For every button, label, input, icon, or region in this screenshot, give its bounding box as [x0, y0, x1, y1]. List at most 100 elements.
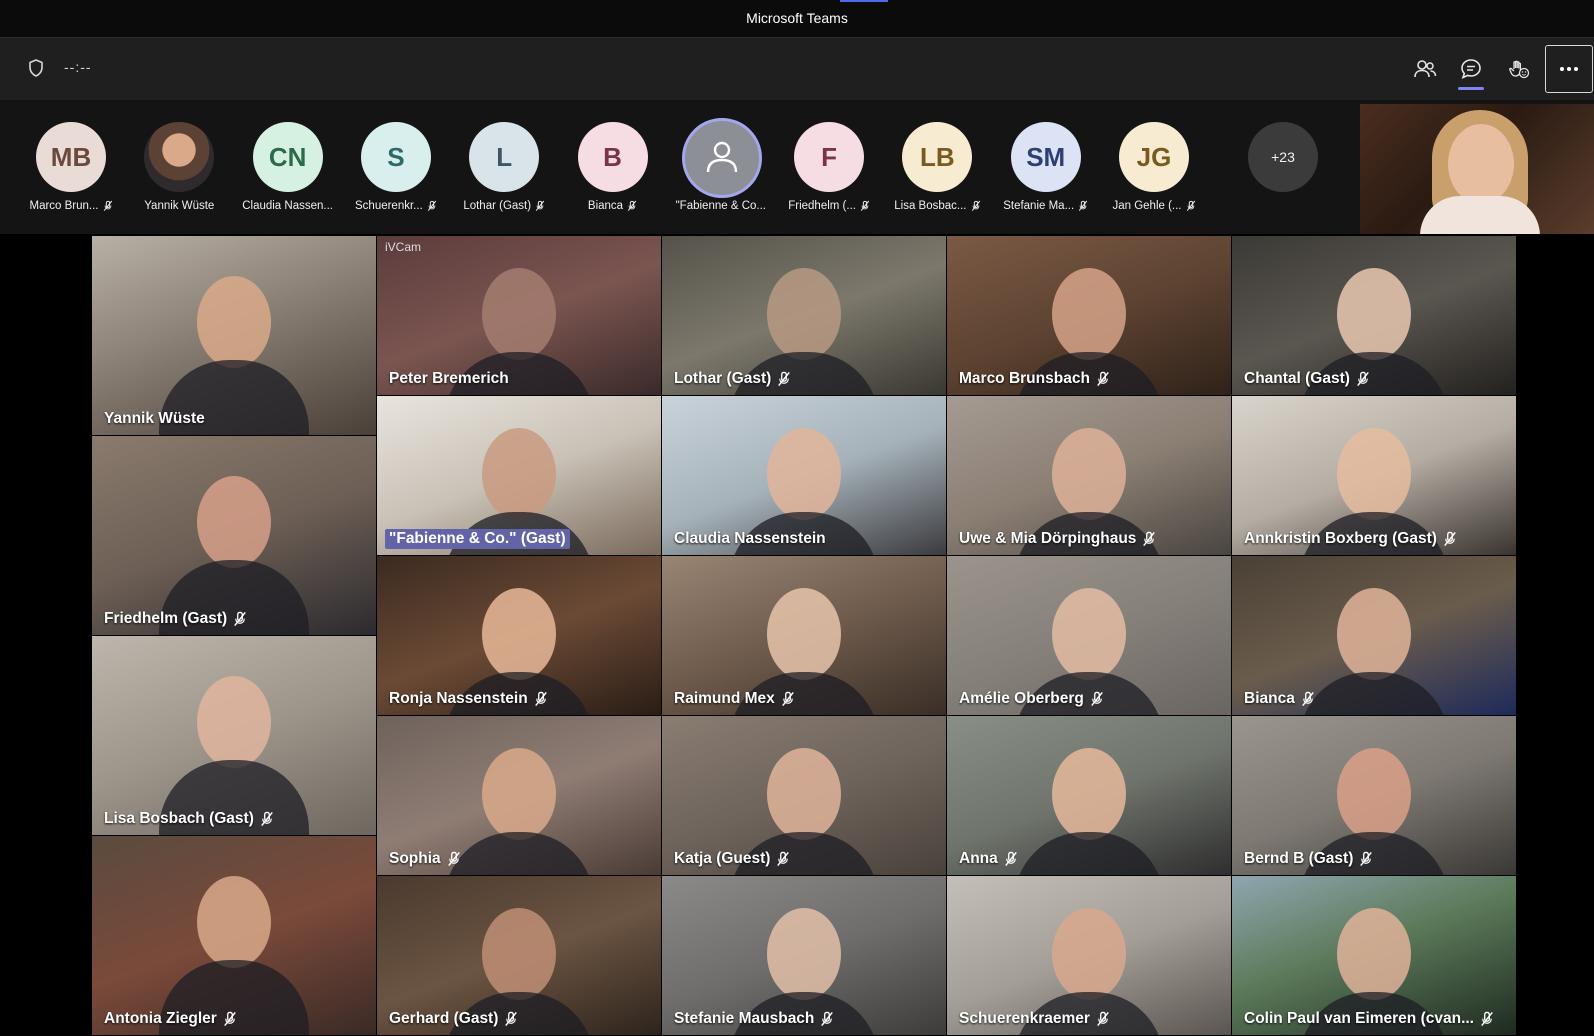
roster-person[interactable]: "Fabienne & Co... [666, 118, 776, 222]
more-actions-button[interactable] [1545, 45, 1593, 93]
video-tile[interactable]: Uwe & Mia Dörpinghaus [947, 396, 1231, 555]
roster-person[interactable]: LB Lisa Bosbac... [882, 122, 992, 222]
participant-face [1337, 267, 1411, 360]
mic-off-icon [1480, 1011, 1494, 1027]
tile-name-label: Chantal (Gast) [1240, 369, 1374, 389]
avatar: LB [902, 122, 973, 192]
tile-name-label: Claudia Nassenstein [674, 530, 826, 547]
tile-name-label: Ronja Nassenstein [385, 689, 552, 709]
mic-off-icon [1142, 531, 1156, 547]
video-tile[interactable]: Ronja Nassenstein [377, 556, 661, 715]
mic-off-icon [1096, 371, 1110, 387]
mic-off-icon [1096, 1011, 1110, 1027]
participant-face [1337, 747, 1411, 840]
mic-off-icon [777, 371, 791, 387]
roster-person[interactable]: Yannik Wüste [124, 122, 234, 222]
video-tile[interactable]: Lisa Bosbach (Gast) [92, 636, 376, 835]
ellipsis-icon [1560, 67, 1578, 71]
roster-person[interactable]: SM Stefanie Ma... [991, 122, 1101, 222]
participant-face [482, 267, 556, 360]
chat-button[interactable] [1452, 50, 1490, 90]
mic-off-icon [103, 200, 113, 212]
video-tile[interactable]: Yannik Wüste [92, 236, 376, 435]
video-tile[interactable]: Colin Paul van Eimeren (cvan... [1232, 876, 1516, 1035]
video-tile[interactable]: Lothar (Gast) [662, 236, 946, 395]
participants-button[interactable] [1406, 50, 1444, 88]
video-tile[interactable]: Gerhard (Gast) [377, 876, 661, 1035]
participant-face [1337, 907, 1411, 1000]
tile-name-label: "Fabienne & Co." (Gast) [385, 529, 570, 549]
roster-person[interactable]: MB Marco Brun... [16, 122, 126, 222]
video-tile[interactable]: Raimund Mex [662, 556, 946, 715]
mic-off-icon [233, 611, 247, 627]
roster-name-label: Bianca [558, 200, 668, 212]
roster-name-label: Marco Brun... [16, 200, 126, 212]
shield-icon[interactable] [26, 58, 46, 78]
video-tile[interactable]: Chantal (Gast) [1232, 236, 1516, 395]
participant-face [197, 475, 271, 568]
reactions-button[interactable] [1499, 50, 1537, 88]
meeting-timer: --:-- [64, 59, 92, 75]
people-icon [1414, 60, 1437, 78]
roster-name-label: Yannik Wüste [144, 200, 215, 212]
video-tile[interactable]: Sophia [377, 716, 661, 875]
avatar [144, 122, 215, 192]
participant-face [1052, 267, 1126, 360]
tile-name-label: Amélie Oberberg [955, 689, 1108, 709]
video-tile[interactable]: Stefanie Mausbach [662, 876, 946, 1035]
tile-name-label: Raimund Mex [670, 689, 799, 709]
avatar [681, 118, 762, 198]
video-tile[interactable]: Friedhelm (Gast) [92, 436, 376, 635]
video-tile[interactable]: "Fabienne & Co." (Gast) [377, 396, 661, 555]
roster-name-label: Friedhelm (... [774, 200, 884, 212]
roster-person[interactable]: L Lothar (Gast) [449, 122, 559, 222]
video-tile[interactable]: Bernd B (Gast) [1232, 716, 1516, 875]
roster-person[interactable]: S Schuerenkr... [341, 122, 451, 222]
roster-person[interactable]: CN Claudia Nassen... [233, 122, 343, 222]
mic-off-icon [627, 200, 637, 212]
reaction-icon [1509, 60, 1530, 79]
video-tile[interactable]: iVCam Peter Bremerich [377, 236, 661, 395]
tile-name-label: Bianca [1240, 689, 1319, 709]
meeting-toolbar: --:-- [0, 38, 1594, 100]
video-tile[interactable]: Annkristin Boxberg (Gast) [1232, 396, 1516, 555]
video-tile[interactable]: Marco Brunsbach [947, 236, 1231, 395]
avatar: SM [1010, 122, 1081, 192]
mic-off-icon [1359, 851, 1373, 867]
video-tile[interactable]: Anna [947, 716, 1231, 875]
mic-off-icon [504, 1011, 518, 1027]
avatar: B [577, 122, 648, 192]
participant-face [197, 275, 271, 368]
avatar: JG [1119, 122, 1189, 192]
avatar: MB [36, 122, 106, 192]
participant-roster-strip: MB Marco Brun... Yannik Wüste CN Claudia Nas… [0, 100, 1594, 234]
video-tile[interactable]: Katja (Guest) [662, 716, 946, 875]
participant-face [767, 907, 841, 1000]
participant-face [197, 875, 271, 968]
mic-off-icon [447, 851, 461, 867]
self-video-preview[interactable] [1360, 104, 1594, 234]
tile-name-label: Lisa Bosbach (Gast) [100, 809, 278, 829]
roster-name-label: Schuerenkr... [341, 200, 451, 212]
more-participants-button[interactable]: +23 [1248, 122, 1318, 192]
roster-person[interactable]: JG Jan Gehle (... [1099, 122, 1209, 222]
video-tile[interactable]: Claudia Nassenstein [662, 396, 946, 555]
mic-off-icon [1078, 200, 1088, 212]
tile-name-label: Bernd B (Gast) [1240, 849, 1377, 869]
tile-name-label: Marco Brunsbach [955, 369, 1114, 389]
roster-person[interactable]: F Friedhelm (... [774, 122, 884, 222]
roster-name-label: Lothar (Gast) [449, 200, 559, 212]
tile-name-label: Lothar (Gast) [670, 369, 795, 389]
participant-face [1052, 747, 1126, 840]
video-tile[interactable]: Schuerenkraemer [947, 876, 1231, 1035]
video-tile[interactable]: Antonia Ziegler [92, 836, 376, 1035]
participant-face [482, 907, 556, 1000]
video-tile[interactable]: Bianca [1232, 556, 1516, 715]
camera-source-tag: iVCam [385, 240, 422, 254]
participant-face [1052, 427, 1126, 520]
roster-person[interactable]: B Bianca [558, 122, 668, 222]
video-tile[interactable]: Amélie Oberberg [947, 556, 1231, 715]
self-video-shirt [1420, 196, 1540, 234]
tile-name-label: Colin Paul van Eimeren (cvan... [1240, 1009, 1498, 1029]
person-icon [706, 141, 737, 173]
